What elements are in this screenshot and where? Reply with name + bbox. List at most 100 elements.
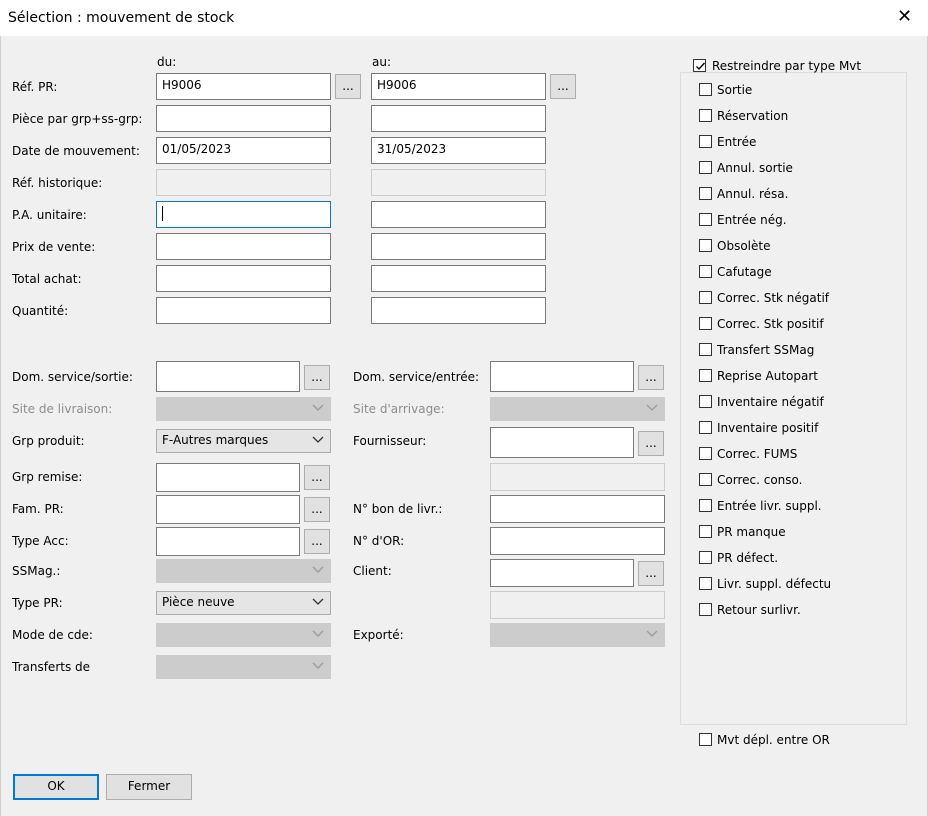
ref-pr-to-input[interactable]: H9006	[371, 73, 546, 100]
dom-entree-browse-button[interactable]: ...	[638, 365, 664, 390]
transferts-select[interactable]	[156, 655, 331, 679]
mvt-type-label[interactable]: Correc. FUMS	[717, 447, 797, 461]
mvt-type-checkbox[interactable]	[699, 239, 712, 252]
mvt-type-checkbox[interactable]	[699, 83, 712, 96]
total-achat-from-input[interactable]	[156, 265, 331, 292]
close-button[interactable]: Fermer	[106, 774, 192, 800]
mvt-type-label[interactable]: Transfert SSMag	[717, 343, 814, 357]
restrict-mvt-label[interactable]: Restreindre par type Mvt	[712, 59, 861, 73]
mvt-type-checkbox[interactable]	[699, 109, 712, 122]
fam-pr-browse-button[interactable]: ...	[304, 497, 330, 522]
pa-unit-to-input[interactable]	[371, 201, 546, 228]
mvt-type-checkbox[interactable]	[699, 161, 712, 174]
chevron-down-icon	[312, 598, 324, 605]
column-header-to: au:	[372, 55, 392, 69]
grp-produit-select[interactable]: F-Autres marques	[156, 429, 331, 453]
mvt-type-checkbox[interactable]	[699, 447, 712, 460]
ref-pr-to-browse-button[interactable]: ...	[550, 74, 576, 99]
mvt-type-checkbox[interactable]	[699, 187, 712, 200]
ref-pr-from-input[interactable]: H9006	[156, 73, 331, 100]
transferts-label: Transferts de	[12, 660, 91, 674]
mvt-depl-checkbox[interactable]	[699, 733, 712, 746]
piece-grp-to-input[interactable]	[371, 105, 546, 132]
client-browse-button[interactable]: ...	[638, 561, 664, 586]
site-arrivage-label: Site d'arrivage:	[353, 402, 445, 416]
quantite-to-input[interactable]	[371, 297, 546, 324]
mvt-type-label[interactable]: Reprise Autopart	[717, 369, 818, 383]
chevron-down-icon	[312, 436, 324, 443]
bon-livr-input[interactable]	[490, 495, 665, 523]
mvt-type-label[interactable]: PR défect.	[717, 551, 778, 565]
mvt-type-label[interactable]: PR manque	[717, 525, 786, 539]
exporte-select[interactable]	[490, 623, 665, 647]
quantite-from-input[interactable]	[156, 297, 331, 324]
ref-hist-from-input	[156, 169, 331, 196]
ref-pr-from-browse-button[interactable]: ...	[335, 74, 361, 99]
mvt-type-label[interactable]: Entrée nég.	[717, 213, 787, 227]
mvt-type-label[interactable]: Inventaire négatif	[717, 395, 824, 409]
mvt-type-label[interactable]: Obsolète	[717, 239, 770, 253]
mvt-type-label[interactable]: Livr. suppl. défectu	[717, 577, 831, 591]
dom-sortie-browse-button[interactable]: ...	[304, 365, 330, 390]
dom-sortie-input[interactable]	[156, 361, 300, 392]
date-mvt-from-input[interactable]: 01/05/2023	[156, 137, 331, 164]
mvt-type-checkbox[interactable]	[699, 395, 712, 408]
mvt-type-label[interactable]: Sortie	[717, 83, 752, 97]
piece-grp-from-input[interactable]	[156, 105, 331, 132]
type-acc-input[interactable]	[156, 527, 300, 556]
mvt-type-checkbox[interactable]	[699, 473, 712, 486]
mvt-type-label[interactable]: Entrée livr. suppl.	[717, 499, 822, 513]
mvt-type-checkbox[interactable]	[699, 317, 712, 330]
type-pr-select[interactable]: Pièce neuve	[156, 591, 331, 615]
close-icon[interactable]: ✕	[897, 8, 912, 26]
fournisseur-input[interactable]	[490, 427, 634, 458]
mvt-type-checkbox[interactable]	[699, 551, 712, 564]
grp-remise-input[interactable]	[156, 463, 300, 492]
mvt-type-label[interactable]: Annul. sortie	[717, 161, 793, 175]
prix-vente-to-input[interactable]	[371, 233, 546, 260]
mvt-type-checkbox[interactable]	[699, 213, 712, 226]
mvt-type-checkbox[interactable]	[699, 577, 712, 590]
client-name-display	[490, 591, 665, 619]
text-caret	[162, 206, 163, 221]
mvt-type-checkbox[interactable]	[699, 421, 712, 434]
chevron-down-icon	[646, 630, 658, 637]
pa-unit-label: P.A. unitaire:	[12, 208, 87, 222]
prix-vente-from-input[interactable]	[156, 233, 331, 260]
fam-pr-input[interactable]	[156, 495, 300, 524]
mvt-type-checkbox[interactable]	[699, 135, 712, 148]
fournisseur-browse-button[interactable]: ...	[638, 431, 664, 456]
mvt-type-label[interactable]: Correc. Stk négatif	[717, 291, 829, 305]
pa-unit-from-input[interactable]	[156, 201, 331, 228]
mvt-type-checkbox[interactable]	[699, 291, 712, 304]
mvt-depl-label[interactable]: Mvt dépl. entre OR	[717, 733, 830, 747]
num-or-input[interactable]	[490, 527, 665, 555]
ssmag-select[interactable]	[156, 559, 331, 583]
type-acc-browse-button[interactable]: ...	[304, 529, 330, 554]
ok-button[interactable]: OK	[13, 774, 99, 800]
type-pr-value: Pièce neuve	[162, 595, 235, 609]
date-mvt-to-input[interactable]: 31/05/2023	[371, 137, 546, 164]
mvt-type-checkbox[interactable]	[699, 499, 712, 512]
restrict-mvt-checkbox[interactable]	[693, 59, 706, 72]
mvt-type-label[interactable]: Correc. conso.	[717, 473, 802, 487]
checkmark-icon	[696, 62, 706, 71]
mvt-type-label[interactable]: Retour surlivr.	[717, 603, 801, 617]
mvt-type-label[interactable]: Cafutage	[717, 265, 772, 279]
mvt-type-checkbox[interactable]	[699, 265, 712, 278]
mvt-type-checkbox[interactable]	[699, 603, 712, 616]
mvt-type-label[interactable]: Annul. résa.	[717, 187, 788, 201]
grp-remise-browse-button[interactable]: ...	[304, 465, 330, 490]
client-input[interactable]	[490, 559, 634, 587]
dom-entree-input[interactable]	[490, 361, 634, 392]
column-header-from: du:	[157, 55, 177, 69]
mvt-type-label[interactable]: Correc. Stk positif	[717, 317, 824, 331]
grp-remise-label: Grp remise:	[12, 470, 83, 484]
mvt-type-label[interactable]: Réservation	[717, 109, 788, 123]
mvt-type-checkbox[interactable]	[699, 343, 712, 356]
mvt-type-checkbox[interactable]	[699, 369, 712, 382]
mvt-type-checkbox[interactable]	[699, 525, 712, 538]
total-achat-to-input[interactable]	[371, 265, 546, 292]
mvt-type-label[interactable]: Inventaire positif	[717, 421, 818, 435]
mvt-type-label[interactable]: Entrée	[717, 135, 756, 149]
